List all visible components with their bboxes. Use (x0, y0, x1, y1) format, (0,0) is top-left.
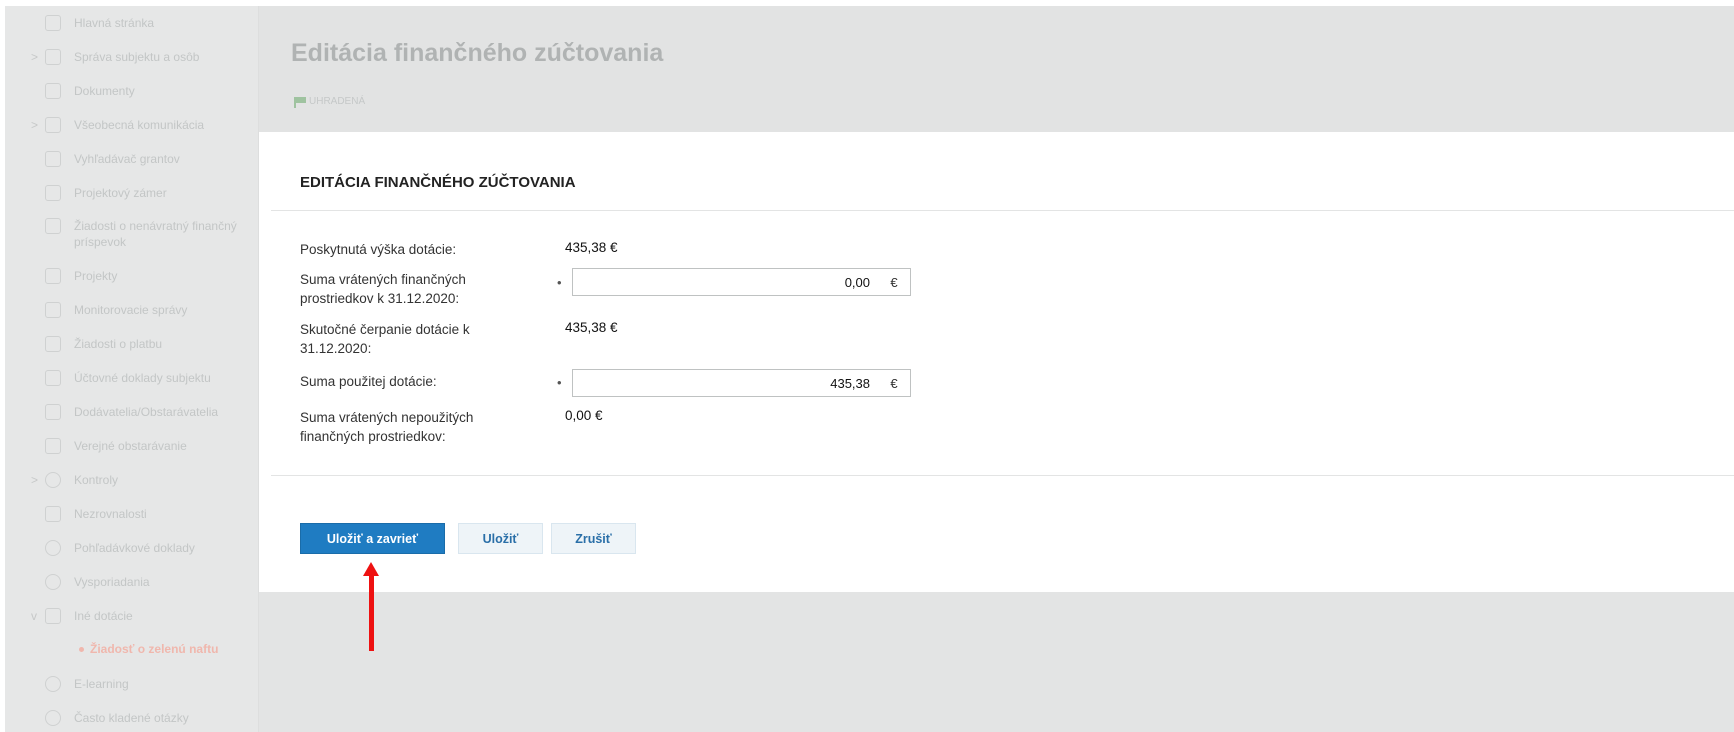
sidebar-item-label: Projektový zámer (74, 186, 167, 200)
chevron-right-icon: > (31, 50, 39, 64)
sidebar-item-label: Účtovné doklady subjektu (74, 371, 211, 385)
actual-drawdown-label: Skutočné čerpanie dotácie k 31.12.2020: (300, 322, 470, 356)
used-subsidy-label: Suma použitej dotácie: (300, 374, 437, 389)
payment-icon (45, 336, 61, 352)
status-badge: UHRADENÁ (294, 96, 366, 108)
cancel-button[interactable]: Zrušiť (551, 523, 636, 554)
chevron-right-icon: > (31, 118, 39, 132)
sidebar-item-label: Monitorovacie správy (74, 303, 188, 317)
document-icon (45, 185, 61, 201)
used-subsidy-field: € (572, 369, 911, 397)
required-marker: • (557, 275, 562, 290)
document-icon (45, 268, 61, 284)
sidebar: Hlavná stránka > Správa subjektu a osôb … (5, 6, 259, 732)
granted-amount-value: 435,38 € (565, 240, 618, 255)
exchange-icon (45, 574, 61, 590)
save-button[interactable]: Uložiť (458, 523, 543, 554)
save-and-close-button[interactable]: Uložiť a zavrieť (300, 523, 445, 554)
sidebar-item-label: Žiadosti o platbu (74, 337, 163, 351)
sidebar-item-label: Hlavná stránka (74, 16, 155, 30)
graduation-cap-icon (45, 676, 61, 692)
sidebar-item-label: Kontroly (74, 473, 119, 487)
sidebar-item-label: Dodávatelia/Obstarávatelia (74, 405, 219, 419)
sidebar-item-label: Pohľadávkové doklady (74, 541, 195, 555)
sidebar-item-label: Nezrovnalosti (74, 507, 147, 521)
granted-amount-label: Poskytnutá výška dotácie: (300, 242, 457, 257)
sidebar-item-label: Všeobecná komunikácia (74, 118, 205, 132)
sidebar-subitem-green-diesel[interactable]: Žiadosť o zelenú naftu (79, 642, 218, 656)
returned-funds-input[interactable] (573, 269, 878, 295)
check-circle-icon (45, 472, 61, 488)
envelope-icon (45, 117, 61, 133)
required-marker: • (557, 375, 562, 390)
sidebar-item-label: Často kladené otázky (74, 711, 189, 725)
briefcase-icon (45, 438, 61, 454)
chevron-right-icon: > (31, 473, 39, 487)
subsidy-icon (45, 608, 61, 624)
edit-form-card: EDITÁCIA FINANČNÉHO ZÚČTOVANIA Poskytnut… (259, 132, 1734, 592)
returned-funds-label: Suma vrátených finančných prostriedkov k… (300, 272, 466, 306)
status-label: UHRADENÁ (309, 96, 366, 107)
currency-unit: € (890, 375, 898, 391)
app-frame: Hlavná stránka > Správa subjektu a osôb … (5, 6, 1734, 732)
sidebar-item-label: Projekty (74, 269, 118, 283)
sidebar-item-label: Dokumenty (74, 84, 135, 98)
id-card-icon (45, 49, 61, 65)
actual-drawdown-value: 435,38 € (565, 320, 618, 335)
returned-unused-value: 0,00 € (565, 408, 603, 423)
hand-coin-icon (45, 540, 61, 556)
sidebar-item-label: E-learning (74, 677, 129, 691)
edit-document-icon (45, 218, 61, 234)
chevron-down-icon: v (31, 609, 37, 623)
sidebar-item-label: Vyhľadávač grantov (74, 152, 180, 166)
flag-icon (294, 96, 306, 108)
used-subsidy-input[interactable] (573, 370, 878, 396)
page-title: Editácia finančného zúčtovania (291, 39, 664, 67)
returned-unused-label: Suma vrátených nepoužitých finančných pr… (300, 410, 474, 444)
home-icon (45, 15, 61, 31)
search-document-icon (45, 151, 61, 167)
form-title: EDITÁCIA FINANČNÉHO ZÚČTOVANIA (300, 174, 576, 191)
list-icon (45, 506, 61, 522)
sidebar-item-label: Správa subjektu a osôb (74, 50, 200, 64)
question-circle-icon (45, 710, 61, 726)
returned-funds-field: € (572, 268, 911, 296)
document-icon (45, 83, 61, 99)
page-header: Editácia finančného zúčtovania UHRADENÁ (259, 6, 1734, 132)
calculator-icon (45, 370, 61, 386)
sidebar-item-label: Verejné obstarávanie (74, 439, 187, 453)
currency-unit: € (890, 274, 898, 290)
divider (271, 210, 1734, 211)
sidebar-item-label: Vysporiadania (74, 575, 150, 589)
truck-icon (45, 404, 61, 420)
sidebar-item-label: Iné dotácie (74, 609, 133, 623)
report-icon (45, 302, 61, 318)
annotation-arrow-shaft (369, 573, 374, 651)
divider (271, 475, 1734, 476)
sidebar-item-label: Žiadosti o nenávratný finančný príspevok (74, 219, 237, 249)
